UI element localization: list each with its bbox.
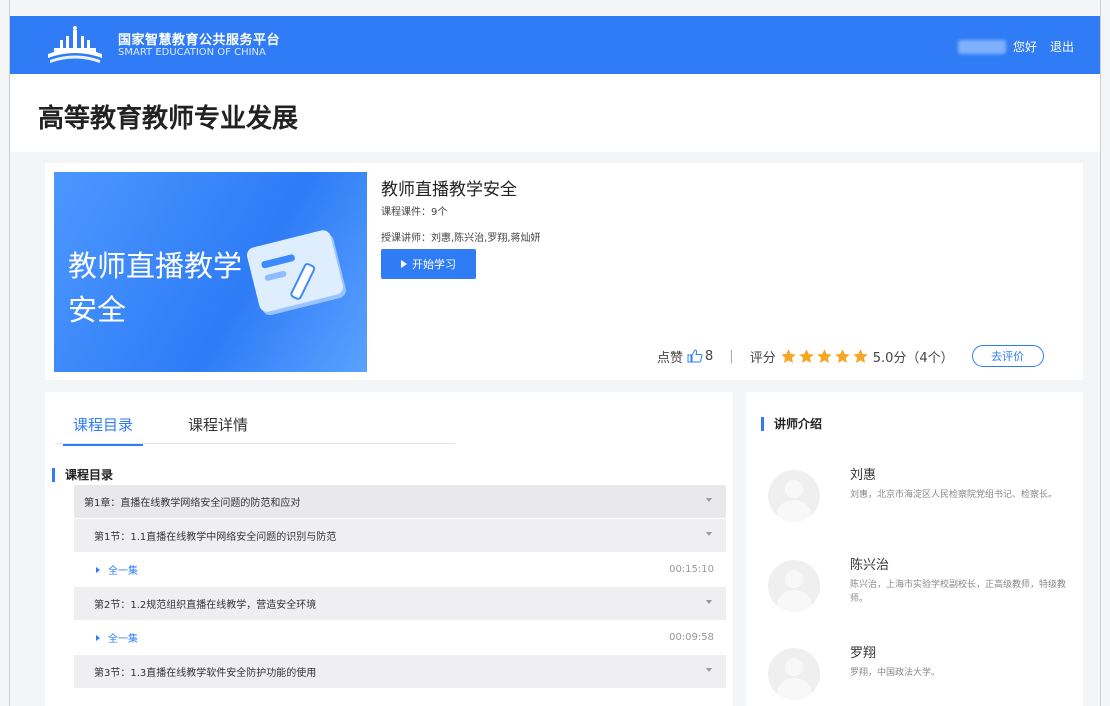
chevron-down-icon	[706, 600, 712, 604]
section-row[interactable]: 第2节：1.2规范组织直播在线教学，营造安全环境	[74, 587, 726, 621]
username-blurred[interactable]	[958, 40, 1006, 54]
course-teachers: 授课讲师：刘惠,陈兴治,罗翔,蒋灿妍	[381, 233, 541, 244]
section-row[interactable]: 第3节：1.3直播在线教学软件安全防护功能的使用	[74, 655, 726, 689]
tab-details[interactable]: 课程详情	[188, 414, 248, 435]
stats-separator: |	[729, 348, 734, 364]
like-count: 8	[705, 348, 714, 364]
rating-value: 5.0分（4个）	[872, 350, 954, 366]
section-title: 第3节：1.3直播在线教学软件安全防护功能的使用	[94, 668, 317, 679]
episode-duration: 00:09:58	[669, 632, 714, 643]
section-title: 第2节：1.2规范组织直播在线教学，营造安全环境	[94, 600, 317, 611]
star-icon	[798, 348, 814, 363]
catalog-heading: 课程目录	[52, 468, 113, 482]
rating-label: 评分	[749, 350, 776, 366]
course-count: 课程课件：9个	[381, 207, 448, 218]
avatar	[768, 648, 820, 700]
instructor-card[interactable]: 刘惠 刘惠，北京市海淀区人民检察院党组书记、检察长。	[768, 464, 1068, 534]
play-icon	[96, 634, 100, 641]
instructor-card[interactable]: 罗翔 罗翔，中国政法大学。	[768, 642, 1068, 706]
star-icon	[816, 348, 832, 363]
star-icon	[834, 348, 850, 363]
start-learning-button[interactable]: 开始学习	[381, 249, 476, 279]
course-cover-image[interactable]: 教师直播教学安全	[54, 172, 367, 372]
thumbs-up-icon[interactable]	[687, 349, 703, 363]
episode-row[interactable]: 全一集 00:15:10	[74, 553, 726, 587]
course-stats: 点赞 8 | 评分 5.0分（4个） 去评价	[657, 345, 1044, 367]
platform-logo-icon[interactable]	[40, 24, 110, 66]
browser-frame: 国家智慧教育公共服务平台 SMART EDUCATION OF CHINA 您好…	[9, 0, 1101, 706]
id-card-pen-icon	[245, 228, 345, 314]
greeting-text: 您好	[1013, 40, 1038, 54]
chapter-title: 第1章：直播在线教学网络安全问题的防范和应对	[84, 498, 301, 509]
avatar	[768, 560, 820, 612]
instructors-panel: 讲师介绍 刘惠 刘惠，北京市海淀区人民检察院党组书记、检察长。 陈兴治 陈兴治，…	[746, 392, 1083, 706]
chevron-down-icon	[706, 532, 712, 536]
instructor-desc: 刘惠，北京市海淀区人民检察院党组书记、检察长。	[850, 490, 1058, 500]
play-icon	[401, 260, 407, 268]
top-navbar: 国家智慧教育公共服务平台 SMART EDUCATION OF CHINA 您好…	[10, 16, 1100, 74]
instructor-card[interactable]: 陈兴治 陈兴治，上海市实验学校副校长，正高级教师，特级教师。	[768, 554, 1068, 624]
instructor-name: 陈兴治	[850, 558, 890, 573]
logout-link[interactable]: 退出	[1050, 38, 1074, 55]
brand-name-en: SMART EDUCATION OF CHINA	[118, 47, 266, 58]
chevron-down-icon	[706, 668, 712, 672]
episode-title: 全一集	[108, 566, 138, 577]
start-learning-label: 开始学习	[412, 259, 456, 271]
avatar	[768, 470, 820, 522]
episode-row[interactable]: 全一集 00:09:58	[74, 621, 726, 655]
cover-title: 教师直播教学安全	[68, 249, 243, 327]
course-info-card: 教师直播教学安全 教师直播教学安全 课程课件：9个 授课讲师：刘惠,陈兴治,罗翔…	[45, 163, 1083, 380]
instructors-heading: 讲师介绍	[761, 417, 822, 431]
like-label: 点赞	[657, 350, 684, 366]
chevron-down-icon	[706, 498, 712, 502]
instructor-desc: 陈兴治，上海市实验学校副校长，正高级教师，特级教师。	[850, 580, 1067, 604]
rating-stars	[780, 348, 869, 365]
instructor-name: 罗翔	[850, 646, 877, 661]
star-icon	[852, 348, 868, 363]
episode-duration: 00:15:10	[669, 564, 714, 575]
course-content-panel: 课程目录 课程详情 课程目录 第1章：直播在线教学网络安全问题的防范和应对 第1…	[45, 392, 733, 706]
play-icon	[96, 566, 100, 573]
tab-catalog[interactable]: 课程目录	[62, 414, 144, 446]
page-title-band: 高等教育教师专业发展	[10, 74, 1100, 152]
episode-title: 全一集	[108, 634, 138, 645]
instructor-desc: 罗翔，中国政法大学。	[850, 668, 941, 678]
brand-name-cn: 国家智慧教育公共服务平台	[118, 33, 281, 48]
page-title: 高等教育教师专业发展	[38, 104, 299, 134]
course-tabs: 课程目录 课程详情	[55, 410, 455, 446]
chapter-row[interactable]: 第1章：直播在线教学网络安全问题的防范和应对	[74, 485, 726, 519]
instructor-name: 刘惠	[850, 468, 877, 483]
star-icon	[780, 348, 796, 363]
section-title: 第1节：1.1直播在线教学中网络安全问题的识别与防范	[94, 532, 337, 543]
catalog-list: 第1章：直播在线教学网络安全问题的防范和应对 第1节：1.1直播在线教学中网络安…	[74, 485, 726, 689]
course-name: 教师直播教学安全	[381, 180, 517, 200]
section-row[interactable]: 第1节：1.1直播在线教学中网络安全问题的识别与防范	[74, 519, 726, 553]
review-button[interactable]: 去评价	[971, 345, 1044, 367]
